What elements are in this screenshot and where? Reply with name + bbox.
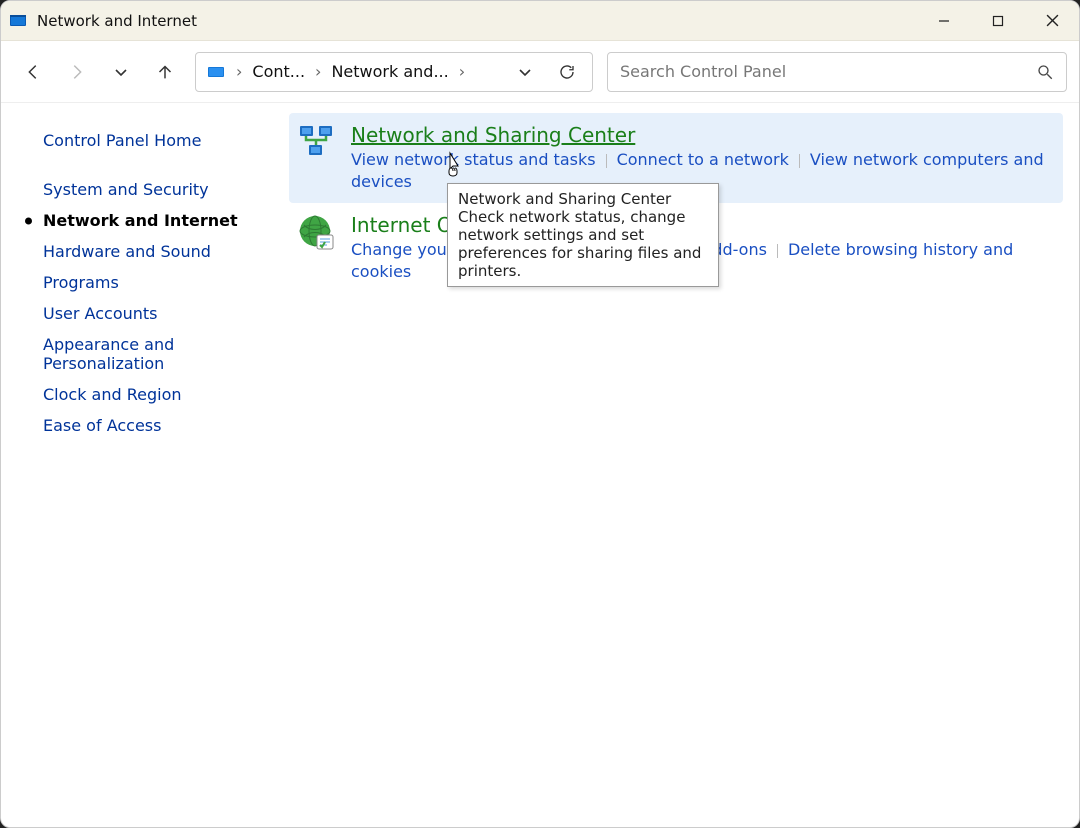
- sidebar-item-network[interactable]: Network and Internet: [43, 205, 267, 236]
- link-view-status[interactable]: View network status and tasks: [351, 150, 596, 169]
- sidebar-item-hardware[interactable]: Hardware and Sound: [43, 236, 267, 267]
- tooltip-body: Check network status, change network set…: [458, 208, 708, 280]
- address-dropdown-button[interactable]: [508, 64, 542, 80]
- internet-options-icon: [297, 213, 337, 253]
- sidebar-item-programs[interactable]: Programs: [43, 267, 267, 298]
- window-title: Network and Internet: [37, 12, 917, 30]
- app-icon: [9, 12, 27, 30]
- sidebar-item-ease[interactable]: Ease of Access: [43, 410, 267, 441]
- breadcrumb-seg-1[interactable]: Cont...: [252, 62, 305, 81]
- breadcrumb-sep-icon: ›: [457, 62, 467, 81]
- sidebar-item-system[interactable]: System and Security: [43, 174, 267, 205]
- search-icon: [1036, 63, 1054, 81]
- toolbar: › Cont... › Network and... › Search Cont…: [1, 41, 1079, 103]
- recent-locations-button[interactable]: [101, 52, 141, 92]
- breadcrumb-sep-icon: ›: [313, 62, 323, 81]
- titlebar: Network and Internet: [1, 1, 1079, 41]
- category-title[interactable]: Network and Sharing Center: [351, 123, 1051, 147]
- link-connect-network[interactable]: Connect to a network: [617, 150, 789, 169]
- sidebar: Control Panel Home System and Security N…: [1, 103, 281, 827]
- breadcrumb-seg-2[interactable]: Network and...: [331, 62, 448, 81]
- forward-button[interactable]: [57, 52, 97, 92]
- sidebar-item-users[interactable]: User Accounts: [43, 298, 267, 329]
- up-button[interactable]: [145, 52, 185, 92]
- search-box[interactable]: Search Control Panel: [607, 52, 1067, 92]
- window-controls: [917, 1, 1079, 40]
- tooltip: Network and Sharing Center Check network…: [447, 183, 719, 287]
- address-bar[interactable]: › Cont... › Network and... ›: [195, 52, 593, 92]
- breadcrumb-sep-icon: ›: [234, 62, 244, 81]
- refresh-button[interactable]: [550, 63, 584, 81]
- network-sharing-icon: [297, 123, 337, 163]
- control-panel-icon: [206, 62, 226, 82]
- tooltip-title: Network and Sharing Center: [458, 190, 708, 208]
- sidebar-item-appearance[interactable]: Appearance and Personalization: [43, 329, 213, 379]
- sidebar-home-link[interactable]: Control Panel Home: [43, 125, 267, 156]
- minimize-button[interactable]: [917, 1, 971, 40]
- maximize-button[interactable]: [971, 1, 1025, 40]
- window: Network and Internet: [0, 0, 1080, 828]
- back-button[interactable]: [13, 52, 53, 92]
- search-placeholder: Search Control Panel: [620, 62, 1036, 81]
- close-button[interactable]: [1025, 1, 1079, 40]
- sidebar-item-clock[interactable]: Clock and Region: [43, 379, 267, 410]
